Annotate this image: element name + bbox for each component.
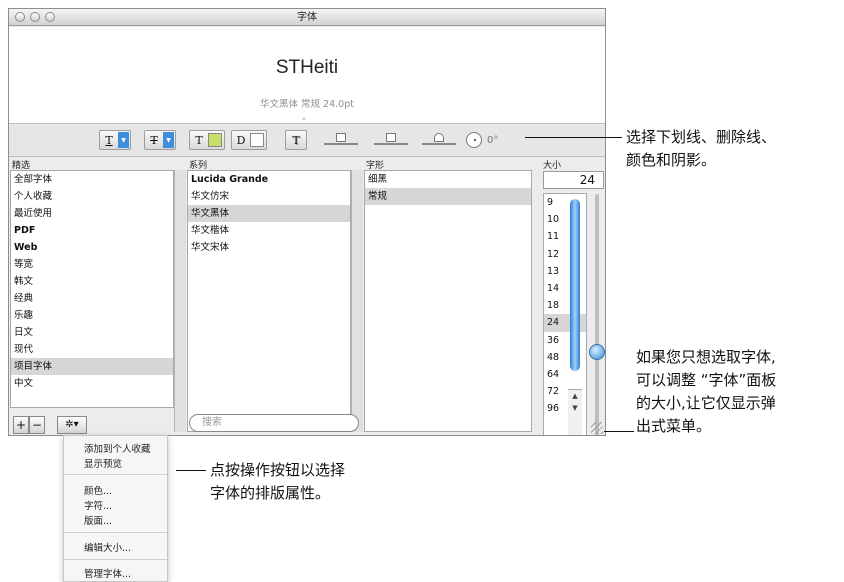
shadow-opacity-slider[interactable] xyxy=(324,132,358,148)
action-menu: 添加到个人收藏 显示预览 颜色... 字符... 版面... 编辑大小... 管… xyxy=(63,435,168,582)
shadow-button[interactable]: T xyxy=(285,130,307,150)
list-item[interactable]: 韩文 xyxy=(11,273,173,290)
menu-item-add-favorite[interactable]: 添加到个人收藏 xyxy=(84,441,151,455)
menu-separator xyxy=(64,559,167,560)
action-gear-button[interactable]: ✲▾ xyxy=(57,416,87,434)
menu-item-manage-fonts[interactable]: 管理字体... xyxy=(84,566,131,580)
list-item[interactable]: 等宽 xyxy=(11,256,173,273)
list-item[interactable]: 个人收藏 xyxy=(11,188,173,205)
shadow-blur-slider[interactable] xyxy=(374,132,408,148)
typeface-list[interactable]: 细黑 常规 xyxy=(364,170,532,432)
size-slider-knob[interactable] xyxy=(589,344,605,360)
list-item[interactable]: 华文黑体 xyxy=(188,205,350,222)
resize-callout: 如果您只想选取字体, 可以调整 “字体”面板 的大小,让它仅显示弹 出式菜单。 xyxy=(636,348,777,435)
strikethrough-icon: T xyxy=(150,133,158,147)
list-item[interactable]: PDF xyxy=(11,222,173,239)
list-item[interactable]: 常规 xyxy=(365,188,531,205)
document-color-icon: D xyxy=(236,133,246,147)
menu-item-characters[interactable]: 字符... xyxy=(84,498,112,512)
text-color-swatch xyxy=(208,133,222,147)
shadow-icon: T xyxy=(292,133,300,147)
scroll-thumb[interactable] xyxy=(570,199,580,371)
chevron-down-icon: ▼ xyxy=(163,132,174,148)
list-item[interactable]: 项目字体 xyxy=(11,358,173,375)
minimize-button[interactable] xyxy=(30,12,40,22)
menu-item-color[interactable]: 颜色... xyxy=(84,483,112,497)
window-title: 字体 xyxy=(297,12,317,23)
menu-separator xyxy=(64,474,167,475)
family-list[interactable]: Lucida Grande 华文仿宋 华文黑体 华文楷体 华文宋体 xyxy=(187,170,351,432)
size-header: 大小 xyxy=(543,161,562,171)
size-list-scrollbar[interactable]: ▲ ▼ xyxy=(568,193,582,435)
preview-font-name: STHeiti xyxy=(275,57,339,78)
bottom-bar: + − ✲▾ 搜索 xyxy=(9,409,605,435)
collections-list[interactable]: 全部字体 个人收藏 最近使用 PDF Web 等宽 韩文 经典 乐趣 日文 现代 项目字体 中文 xyxy=(10,170,174,408)
toolbar-callout-line xyxy=(525,137,622,138)
action-callout-line xyxy=(176,470,206,471)
shadow-angle-value: 0° xyxy=(487,135,499,146)
resize-grip-icon[interactable] xyxy=(591,422,603,434)
add-collection-button[interactable]: + xyxy=(13,416,29,434)
shadow-offset-slider[interactable] xyxy=(422,132,456,148)
close-button[interactable] xyxy=(15,12,25,22)
list-item[interactable]: 最近使用 xyxy=(11,205,173,222)
list-item[interactable]: 乐趣 xyxy=(11,307,173,324)
list-item[interactable]: 华文楷体 xyxy=(188,222,350,239)
search-input[interactable]: 搜索 xyxy=(189,414,359,432)
menu-item-typography[interactable]: 版面... xyxy=(84,513,112,527)
zoom-button[interactable] xyxy=(45,12,55,22)
underline-button[interactable]: T ▼ xyxy=(99,130,131,150)
list-item[interactable]: 细黑 xyxy=(365,171,531,188)
list-item[interactable]: 全部字体 xyxy=(11,171,173,188)
resize-callout-line xyxy=(604,431,634,432)
list-item[interactable]: 经典 xyxy=(11,290,173,307)
effects-toolbar: T ▼ T ▼ T D T 0° xyxy=(9,125,605,157)
menu-item-show-preview[interactable]: 显示预览 xyxy=(84,456,122,470)
text-color-button[interactable]: T xyxy=(189,130,225,150)
text-color-icon: T xyxy=(195,133,203,147)
list-item[interactable]: Web xyxy=(11,239,173,256)
list-item[interactable]: 现代 xyxy=(11,341,173,358)
chevron-down-icon: ▼ xyxy=(118,132,129,148)
list-item[interactable]: 日文 xyxy=(11,324,173,341)
family-scrollbar[interactable] xyxy=(351,170,363,432)
list-item[interactable]: Lucida Grande xyxy=(188,171,350,188)
strikethrough-button[interactable]: T ▼ xyxy=(144,130,176,150)
remove-collection-button[interactable]: − xyxy=(29,416,45,434)
toolbar-callout: 选择下划线、删除线、 颜色和阴影。 xyxy=(626,128,777,169)
underline-icon: T xyxy=(105,133,113,147)
title-bar[interactable]: 字体 xyxy=(9,9,605,26)
shadow-angle-dial[interactable] xyxy=(466,132,482,148)
document-color-button[interactable]: D xyxy=(231,130,267,150)
list-item[interactable]: 华文宋体 xyxy=(188,239,350,256)
action-callout: 点按操作按钮以选择 字体的排版属性。 xyxy=(210,461,346,502)
font-preview: STHeiti 华文黑体 常规 24.0pt xyxy=(9,27,605,124)
menu-item-edit-sizes[interactable]: 编辑大小... xyxy=(84,540,131,554)
menu-separator xyxy=(64,532,167,533)
list-item[interactable]: 中文 xyxy=(11,375,173,392)
size-input[interactable]: 24 xyxy=(543,171,604,189)
preview-font-description: 华文黑体 常规 24.0pt xyxy=(260,99,354,110)
list-item[interactable]: 华文仿宋 xyxy=(188,188,350,205)
column-headers: 精选 系列 字形 大小 xyxy=(9,158,605,171)
document-color-swatch xyxy=(250,133,264,147)
font-panel-window: 字体 STHeiti 华文黑体 常规 24.0pt ⌃ T ▼ T ▼ T D … xyxy=(8,8,606,436)
size-slider-track[interactable] xyxy=(595,194,599,435)
splitter-handle-icon[interactable]: ⌃ xyxy=(301,117,307,125)
collections-scrollbar[interactable] xyxy=(174,170,186,432)
